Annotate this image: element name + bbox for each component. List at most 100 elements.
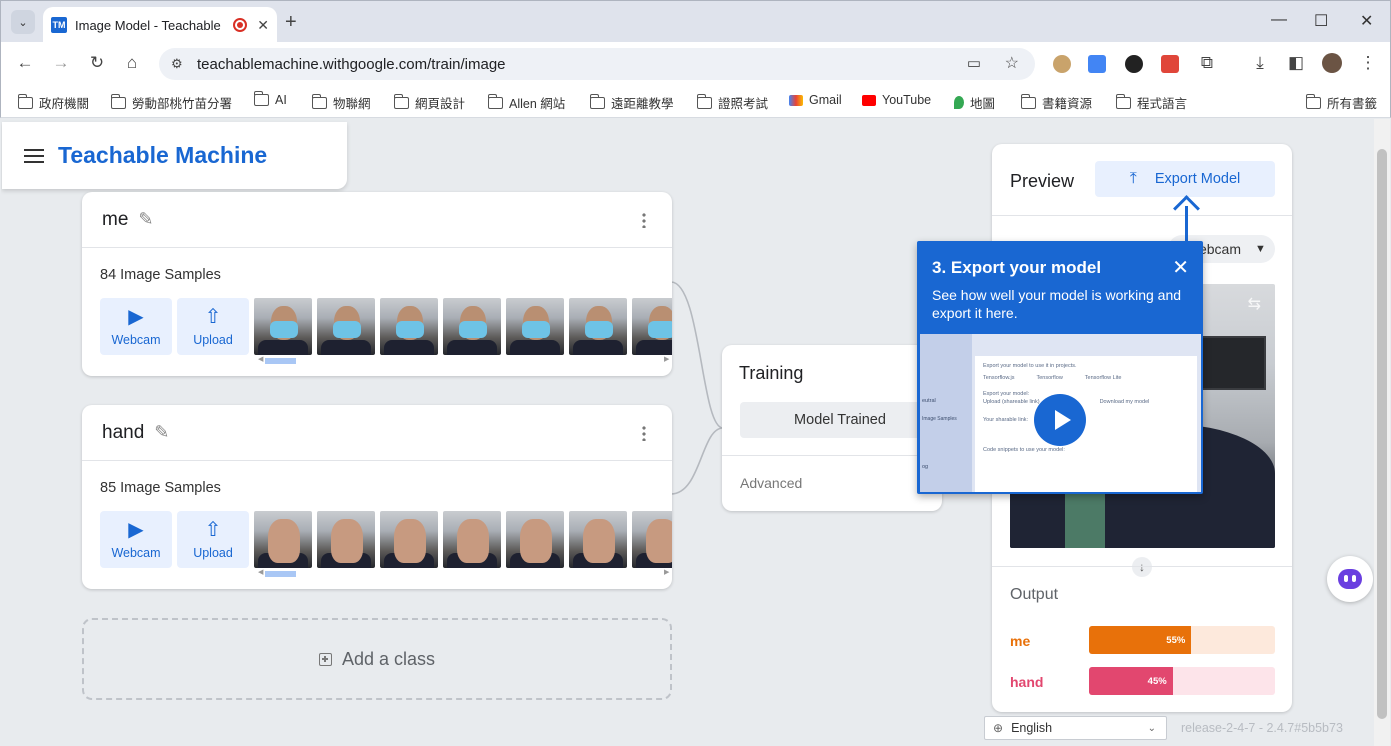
add-icon xyxy=(318,652,332,666)
page-scrollbar[interactable] xyxy=(1374,119,1390,746)
camera-icon[interactable]: ▭ xyxy=(967,54,981,72)
edit-pencil-icon[interactable]: ✎ xyxy=(154,422,169,443)
translate-icon[interactable] xyxy=(1088,55,1106,73)
more-menu-icon[interactable]: ⋮ xyxy=(1357,53,1379,73)
extension-icon[interactable] xyxy=(1161,55,1179,73)
sample-thumbnail[interactable] xyxy=(506,298,564,355)
sample-thumbnail[interactable] xyxy=(380,298,438,355)
menu-icon[interactable] xyxy=(24,148,44,163)
upload-button[interactable]: ⇧ Upload xyxy=(177,511,249,568)
sample-thumbnail[interactable] xyxy=(254,511,312,568)
teachable-machine-favicon: TM xyxy=(51,17,67,33)
app-title[interactable]: Teachable Machine xyxy=(58,142,267,169)
address-bar[interactable]: ⚙ teachablemachine.withgoogle.com/train/… xyxy=(159,48,1035,80)
bookmark-folder[interactable]: 程式語言 xyxy=(1116,93,1187,112)
new-tab-button[interactable]: + xyxy=(285,11,297,34)
maximize-button[interactable]: ☐ xyxy=(1314,11,1328,31)
sample-thumbnail[interactable] xyxy=(443,298,501,355)
bookmark-folder[interactable]: Allen 網站 xyxy=(488,93,565,112)
scroll-left-icon[interactable]: ◀ xyxy=(258,355,263,363)
download-icon[interactable]: ⤓ xyxy=(1249,53,1271,73)
extension-icon[interactable] xyxy=(1125,55,1143,73)
close-tab-icon[interactable]: ✕ xyxy=(257,17,269,34)
site-info-icon[interactable]: ⚙ xyxy=(171,56,183,72)
train-model-button[interactable]: Model Trained xyxy=(740,402,940,438)
folder-icon xyxy=(1306,93,1321,109)
bookmark-folder[interactable]: 政府機關 xyxy=(18,93,89,112)
close-icon[interactable]: ✕ xyxy=(1172,255,1189,280)
youtube-icon xyxy=(862,94,876,106)
reload-icon[interactable]: ↻ xyxy=(86,53,108,73)
extensions-puzzle-icon[interactable]: ⧉ xyxy=(1196,53,1218,73)
export-model-button[interactable]: ⤒ Export Model xyxy=(1095,161,1275,197)
bot-icon xyxy=(1338,569,1362,589)
sample-thumbnail[interactable] xyxy=(632,511,672,568)
class-name[interactable]: me xyxy=(102,209,128,231)
folder-icon xyxy=(394,93,409,109)
play-icon[interactable] xyxy=(1034,394,1086,446)
chevron-down-icon: ▼ xyxy=(1254,243,1266,255)
all-bookmarks-folder[interactable]: 所有書籤 xyxy=(1306,93,1377,112)
sample-thumbnail[interactable] xyxy=(443,511,501,568)
sample-thumbnail[interactable] xyxy=(569,511,627,568)
tutorial-popup: 3. Export your model ✕ See how well your… xyxy=(917,241,1203,494)
scroll-right-icon[interactable]: ▶ xyxy=(664,568,669,576)
minimize-button[interactable]: — xyxy=(1271,11,1287,29)
folder-icon xyxy=(111,93,126,109)
home-icon[interactable]: ⌂ xyxy=(121,53,143,73)
avatar[interactable] xyxy=(1322,53,1342,73)
popup-title: 3. Export your model xyxy=(932,258,1102,277)
thumbnail-scrollbar[interactable] xyxy=(265,358,296,364)
class-card-hand: hand ✎ 85 Image Samples ▶︎ Webcam ⇧ Uplo… xyxy=(82,405,672,589)
extension-icon[interactable] xyxy=(1053,55,1071,73)
tab-search-button[interactable]: ⌄ xyxy=(11,10,35,34)
gmail-icon xyxy=(789,94,803,106)
sample-thumbnail[interactable] xyxy=(317,511,375,568)
tutorial-video[interactable]: eutral Image Samples og Export your mode… xyxy=(920,334,1201,492)
folder-icon xyxy=(590,93,605,109)
sample-thumbnail[interactable] xyxy=(569,298,627,355)
bookmark-gmail[interactable]: Gmail xyxy=(789,93,842,107)
assistant-bot-button[interactable] xyxy=(1327,556,1373,602)
webcam-button[interactable]: ▶︎ Webcam xyxy=(100,511,172,568)
thumbnail-scrollbar[interactable] xyxy=(265,571,296,577)
scroll-left-icon[interactable]: ◀ xyxy=(258,568,263,576)
sample-thumbnail[interactable] xyxy=(254,298,312,355)
training-title: Training xyxy=(739,363,804,383)
side-panel-icon[interactable]: ◧ xyxy=(1285,53,1307,73)
bookmark-folder[interactable]: AI xyxy=(254,91,287,107)
advanced-toggle[interactable]: Advanced xyxy=(740,475,802,491)
bookmark-folder[interactable]: 證照考試 xyxy=(697,93,768,112)
sample-thumbnail[interactable] xyxy=(632,298,672,355)
webcam-button[interactable]: ▶︎ Webcam xyxy=(100,298,172,355)
folder-icon xyxy=(312,93,327,109)
scrollbar-thumb[interactable] xyxy=(1377,149,1387,719)
output-label-me: me xyxy=(1010,633,1031,649)
scroll-right-icon[interactable]: ▶ xyxy=(664,355,669,363)
output-title: Output xyxy=(1010,586,1059,603)
back-icon[interactable]: ← xyxy=(14,53,36,73)
sample-thumbnail[interactable] xyxy=(380,511,438,568)
active-tab[interactable]: TM Image Model - Teachable ✕ xyxy=(43,7,277,43)
flip-camera-icon[interactable]: ⇆ xyxy=(1248,294,1261,314)
sample-thumbnail[interactable] xyxy=(506,511,564,568)
language-select[interactable]: ⊕ English ⌄ xyxy=(984,716,1167,740)
bookmark-maps[interactable]: 地圖 xyxy=(954,93,995,112)
bookmark-folder[interactable]: 物聯網 xyxy=(312,93,371,112)
sample-thumbnail[interactable] xyxy=(317,298,375,355)
forward-icon[interactable]: → xyxy=(50,53,72,73)
edit-pencil-icon[interactable]: ✎ xyxy=(138,209,153,230)
bookmark-star-icon[interactable]: ☆ xyxy=(1005,53,1019,73)
bookmark-folder[interactable]: 遠距離教學 xyxy=(590,93,674,112)
close-window-button[interactable]: ✕ xyxy=(1360,11,1373,31)
more-options-icon[interactable] xyxy=(642,425,646,441)
add-class-button[interactable]: Add a class xyxy=(82,618,672,700)
upload-button[interactable]: ⇧ Upload xyxy=(177,298,249,355)
bookmark-folder[interactable]: 書籍資源 xyxy=(1021,93,1092,112)
bookmark-folder[interactable]: 網頁設計 xyxy=(394,93,465,112)
more-options-icon[interactable] xyxy=(642,212,646,228)
confidence-fill: 55% xyxy=(1089,626,1192,654)
bookmark-folder[interactable]: 勞動部桃竹苗分署 xyxy=(111,93,232,112)
bookmark-youtube[interactable]: YouTube xyxy=(862,93,931,107)
class-name[interactable]: hand xyxy=(102,422,144,444)
